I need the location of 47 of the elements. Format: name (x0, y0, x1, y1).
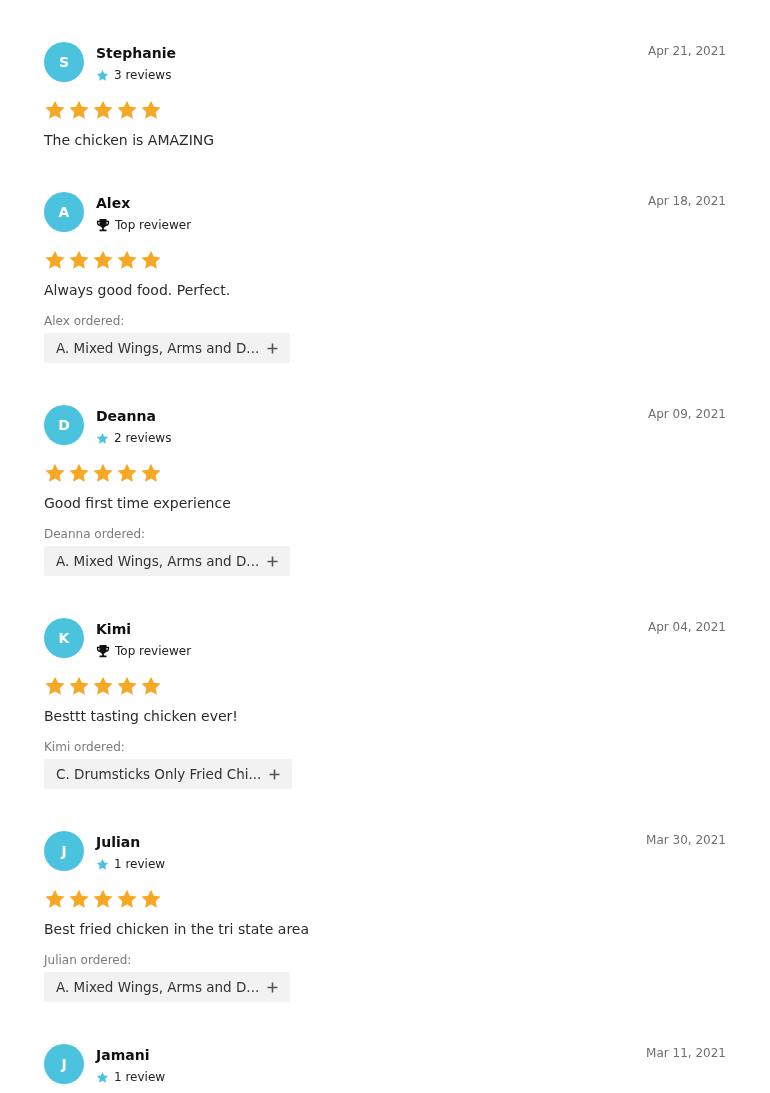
reviewer-status-label: 1 review (114, 1069, 166, 1085)
ordered-label: Deanna ordered: (44, 526, 146, 542)
trophy-icon (96, 218, 110, 232)
review-date: Apr 09, 2021 (648, 406, 726, 423)
reviewer-name: Jamani (96, 1046, 150, 1064)
review-date: Apr 21, 2021 (648, 43, 726, 60)
reviewer-name: Stephanie (96, 44, 176, 62)
reviewer-name: Julian (96, 833, 141, 851)
reviewer-name: Kimi (96, 620, 132, 638)
star-icon (96, 1070, 109, 1084)
star-icon (96, 68, 109, 82)
review-date: Mar 11, 2021 (646, 1045, 726, 1062)
ordered-label: Kimi ordered: (44, 739, 125, 755)
avatar: K (44, 618, 84, 658)
plus-icon (267, 555, 279, 567)
avatar: D (44, 405, 84, 445)
review-text: Besttt tasting chicken ever! (44, 707, 238, 726)
avatar: J (44, 831, 84, 871)
ordered-item-button[interactable]: A. Mixed Wings, Arms and D... (44, 546, 291, 576)
ordered-label: Alex ordered: (44, 313, 125, 329)
plus-icon (269, 768, 281, 780)
avatar: A (44, 192, 84, 232)
reviewer-name: Alex (96, 194, 131, 212)
avatar: J (44, 1044, 84, 1084)
ordered-item-button[interactable]: C. Drumsticks Only Fried Chi... (44, 759, 293, 789)
review-text: Good first time experience (44, 494, 231, 513)
review-text: Always good food. Perfect. (44, 281, 231, 300)
ordered-item-button[interactable]: A. Mixed Wings, Arms and D... (44, 333, 291, 363)
reviewer-status-label: Top reviewer (115, 217, 192, 233)
ordered-label: Julian ordered: (44, 952, 132, 968)
reviewer-status-label: 3 reviews (114, 67, 172, 83)
reviewer-status-label: Top reviewer (115, 643, 192, 659)
review-date: Apr 18, 2021 (648, 193, 726, 210)
review-date: Mar 30, 2021 (646, 832, 726, 849)
trophy-icon (96, 644, 110, 658)
reviewer-status-label: 2 reviews (114, 430, 172, 446)
review-date: Apr 04, 2021 (648, 619, 726, 636)
avatar: S (44, 42, 84, 82)
star-icon (96, 857, 109, 871)
plus-icon (267, 342, 279, 354)
review-text: Best fried chicken in the tri state area (44, 920, 310, 939)
reviewer-name: Deanna (96, 407, 156, 425)
ordered-item-button[interactable]: A. Mixed Wings, Arms and D... (44, 972, 291, 1002)
plus-icon (267, 981, 279, 993)
reviewer-status-label: 1 review (114, 856, 166, 872)
star-icon (96, 431, 109, 445)
review-text: The chicken is AMAZING (44, 131, 215, 150)
